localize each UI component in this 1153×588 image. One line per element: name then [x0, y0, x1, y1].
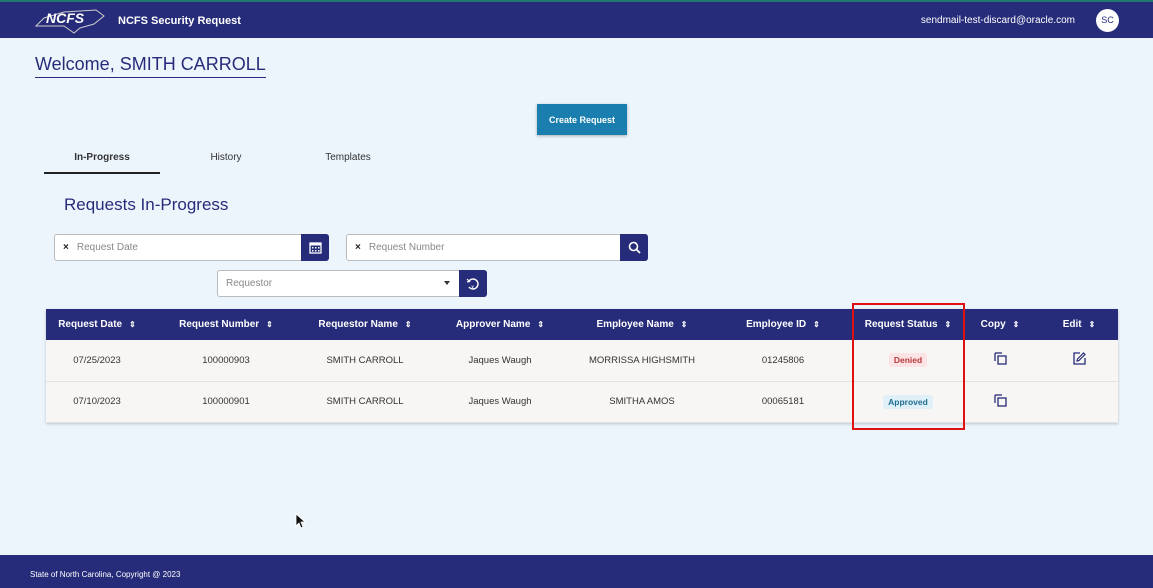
col-edit[interactable]: Edit ⇕ [1040, 309, 1118, 340]
ncfs-logo: NCFS [34, 9, 105, 34]
cell-employee-id: 01245806 [710, 340, 856, 382]
sort-icon: ⇕ [266, 320, 273, 329]
cell-date: 07/25/2023 [46, 340, 148, 382]
sort-icon: ⇕ [813, 320, 820, 329]
sort-icon: ⇕ [129, 320, 136, 329]
cell-requestor: SMITH CARROLL [304, 340, 426, 382]
col-employee-id[interactable]: Employee ID ⇕ [710, 309, 856, 340]
search-button[interactable] [620, 234, 648, 261]
dropdown-arrow-icon [444, 281, 450, 285]
sort-icon: ⇕ [1012, 320, 1020, 329]
cell-number: 100000901 [148, 381, 304, 423]
request-date-field[interactable]: × Request Date [54, 234, 329, 261]
tab-history[interactable]: History [170, 148, 282, 174]
clear-icon[interactable]: × [355, 242, 361, 253]
copy-icon[interactable] [993, 352, 1007, 365]
request-date-placeholder: Request Date [76, 242, 138, 253]
cell-requestor: SMITH CARROLL [304, 381, 426, 423]
cell-approver: Jaques Waugh [426, 340, 574, 382]
sort-icon: ⇕ [1088, 320, 1096, 329]
reset-filters-button[interactable]: x [459, 270, 487, 297]
create-request-button[interactable]: Create Request [537, 104, 627, 135]
edit-icon[interactable] [1072, 352, 1086, 365]
col-request-number[interactable]: Request Number ⇕ [148, 309, 304, 340]
calendar-button[interactable] [301, 234, 329, 261]
requestor-placeholder: Requestor [226, 278, 273, 289]
cell-copy [960, 340, 1040, 382]
tab-in-progress[interactable]: In-Progress [44, 148, 160, 174]
cell-edit [1040, 340, 1118, 382]
cell-number: 100000903 [148, 340, 304, 382]
col-copy[interactable]: Copy ⇕ [960, 309, 1040, 340]
tab-templates[interactable]: Templates [292, 148, 404, 174]
cell-date: 07/10/2023 [46, 381, 148, 423]
request-number-placeholder: Request Number [368, 242, 445, 253]
copy-icon[interactable] [993, 393, 1007, 407]
reset-filter-icon: x [466, 277, 479, 291]
sort-icon: ⇕ [680, 320, 688, 329]
cell-edit [1040, 381, 1118, 423]
user-email: sendmail-test-discard@oracle.com [920, 15, 1075, 26]
requestor-select[interactable]: Requestor x [217, 270, 487, 297]
cell-employee-id: 00065181 [710, 381, 856, 423]
request-number-field[interactable]: × Request Number [346, 234, 648, 261]
search-icon [628, 241, 641, 254]
sort-icon: ⇕ [537, 320, 545, 329]
sort-icon: ⇕ [404, 320, 412, 329]
cell-approver: Jaques Waugh [426, 381, 574, 423]
col-request-date[interactable]: Request Date ⇕ [46, 309, 148, 340]
calendar-icon [308, 242, 322, 254]
col-approver-name[interactable]: Approver Name ⇕ [426, 309, 574, 340]
col-requestor-name[interactable]: Requestor Name ⇕ [304, 309, 426, 340]
svg-text:NCFS: NCFS [46, 10, 85, 26]
svg-text:x: x [470, 285, 475, 291]
welcome-heading: Welcome, SMITH CARROLL [35, 54, 266, 78]
col-employee-name[interactable]: Employee Name ⇕ [574, 309, 710, 340]
avatar[interactable]: SC [1096, 9, 1119, 32]
section-title: Requests In-Progress [64, 195, 229, 214]
copyright-text: State of North Carolina, Copyright @ 202… [30, 570, 181, 579]
cell-copy [960, 381, 1040, 423]
mouse-cursor-icon [295, 513, 307, 529]
cell-employee: MORRISSA HIGHSMITH [574, 340, 710, 382]
highlight-box [852, 303, 965, 430]
footer: State of North Carolina, Copyright @ 202… [0, 555, 1153, 588]
clear-icon[interactable]: × [63, 242, 69, 253]
app-title: NCFS Security Request [118, 15, 241, 27]
app-header: NCFS NCFS Security Request sendmail-test… [0, 2, 1153, 38]
cell-employee: SMITHA AMOS [574, 381, 710, 423]
